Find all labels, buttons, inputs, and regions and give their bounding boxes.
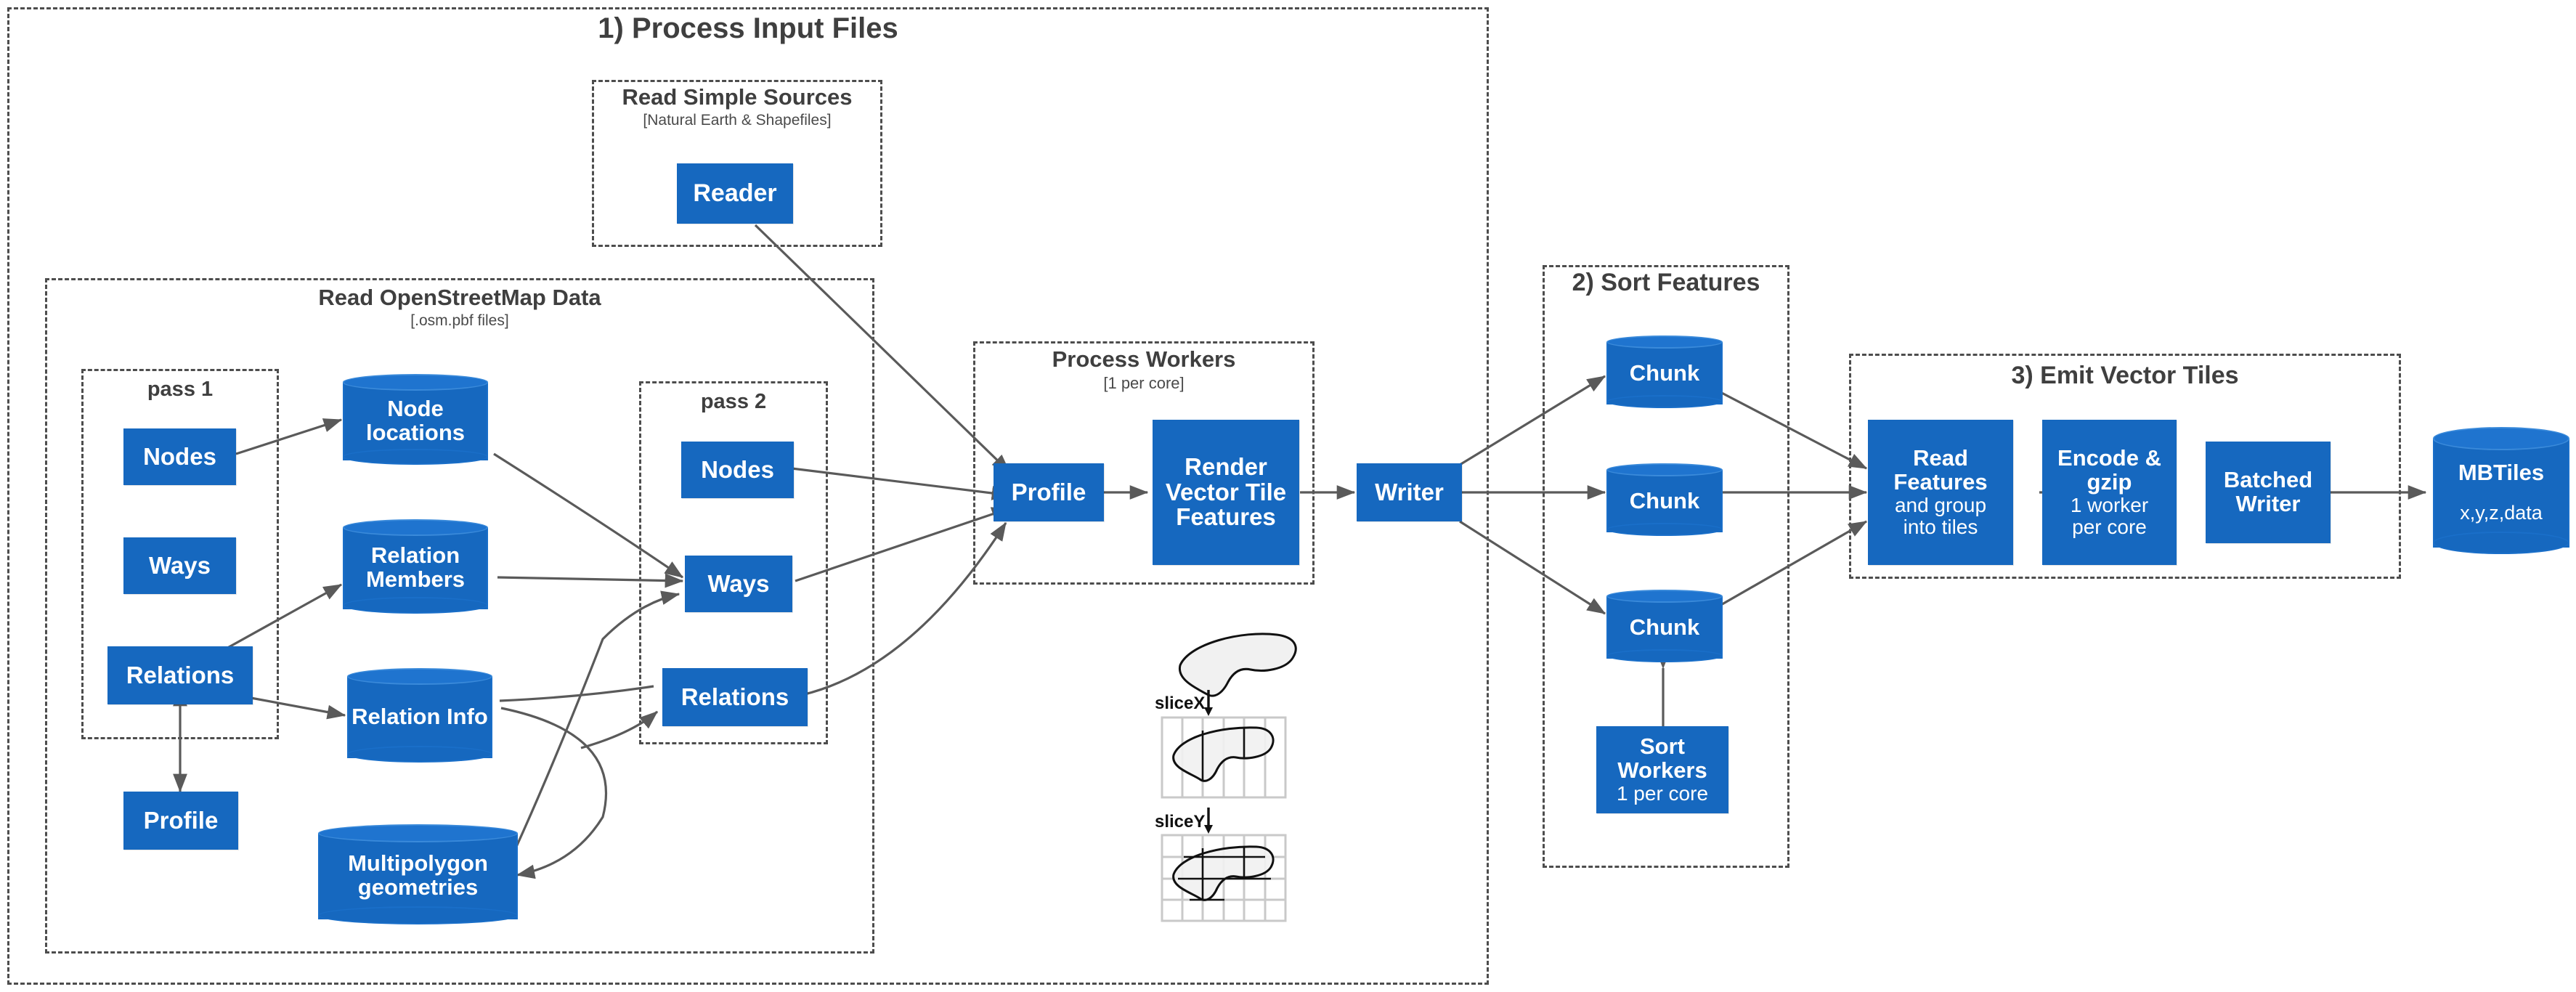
group-read-osm-subtitle: [.osm.pbf files] [410, 312, 509, 329]
node-pass2-ways[interactable]: Ways [685, 556, 792, 612]
node-pass1-ways-label: Ways [149, 551, 211, 579]
slice-illustration-svg [1161, 633, 1297, 922]
store-node-locations[interactable]: Node locations [343, 374, 488, 465]
store-mbtiles-label: MBTiles x,y,z,data [2433, 427, 2569, 554]
node-pass2-relations[interactable]: Relations [662, 668, 808, 726]
node-batched-writer[interactable]: Batched Writer [2206, 442, 2331, 543]
node-worker-profile[interactable]: Profile [994, 463, 1104, 521]
store-relation-members[interactable]: Relation Members [343, 519, 488, 614]
node-writer-label: Writer [1375, 478, 1444, 505]
stage-emit-tiles-title: 3) Emit Vector Tiles [2011, 362, 2239, 389]
store-multipolygon-geometries[interactable]: Multipolygon geometries [318, 824, 518, 924]
store-relation-info-label: Relation Info [352, 703, 488, 729]
store-mbtiles-title: MBTiles [2458, 459, 2545, 485]
node-read-features-sub1: and group [1894, 494, 1987, 517]
node-pass1-nodes[interactable]: Nodes [123, 428, 236, 485]
node-batched-writer-label: Batched Writer [2223, 467, 2313, 516]
node-pass1-relations-label: Relations [126, 661, 235, 688]
group-process-workers-title: Process Workers [1052, 346, 1236, 372]
slicex-label: sliceX [1155, 694, 1206, 713]
node-read-features-label: Read Features [1893, 445, 1988, 495]
node-read-features[interactable]: Read Features and group into tiles [1868, 420, 2013, 565]
store-chunk-3-label: Chunk [1629, 614, 1700, 640]
store-multipolygon-geometries-label: Multipolygon geometries [348, 850, 488, 900]
node-sort-workers-label: Sort Workers [1617, 733, 1707, 784]
node-pass2-ways-label: Ways [707, 569, 770, 597]
node-reader[interactable]: Reader [677, 163, 793, 224]
node-encode-gzip[interactable]: Encode & gzip 1 worker per core [2042, 420, 2177, 565]
node-pass1-profile[interactable]: Profile [123, 792, 238, 850]
stage-sort-features-title: 2) Sort Features [1572, 269, 1760, 296]
group-read-osm-title: Read OpenStreetMap Data [318, 285, 601, 310]
group-read-simple-sources-title: Read Simple Sources [622, 84, 853, 110]
node-worker-profile-label: Profile [1011, 478, 1086, 505]
store-relation-members-label: Relation Members [365, 542, 466, 592]
store-node-locations-label: Node locations [365, 395, 466, 445]
node-render-vector-tile-features[interactable]: Render Vector Tile Features [1153, 420, 1299, 565]
node-pass1-ways[interactable]: Ways [123, 537, 236, 594]
node-pass2-relations-label: Relations [680, 683, 789, 710]
store-chunk-1[interactable]: Chunk [1606, 336, 1723, 408]
store-chunk-2[interactable]: Chunk [1606, 463, 1723, 536]
group-read-simple-sources-subtitle: [Natural Earth & Shapefiles] [643, 112, 832, 129]
store-chunk-3[interactable]: Chunk [1606, 590, 1723, 662]
stage-process-input-title: 1) Process Input Files [598, 12, 898, 44]
slicey-label: sliceY [1155, 812, 1206, 832]
group-pass2-title: pass 2 [700, 390, 767, 413]
node-writer[interactable]: Writer [1357, 463, 1462, 521]
node-read-features-sub2: into tiles [1903, 515, 1978, 538]
node-pass1-relations[interactable]: Relations [107, 646, 253, 704]
group-process-workers-subtitle: [1 per core] [1103, 374, 1185, 392]
node-encode-gzip-label: Encode & gzip [2057, 445, 2161, 495]
node-sort-workers-sub: 1 per core [1616, 782, 1709, 805]
store-chunk-2-label: Chunk [1629, 487, 1700, 513]
node-pass1-profile-label: Profile [143, 806, 219, 834]
node-reader-label: Reader [693, 179, 777, 208]
node-pass2-nodes-label: Nodes [701, 455, 774, 483]
group-pass1-title: pass 1 [147, 378, 214, 401]
blob-original [1178, 633, 1297, 697]
slice-illustration: sliceX sliceY [1155, 625, 1373, 930]
node-pass2-nodes[interactable]: Nodes [681, 442, 794, 498]
store-mbtiles[interactable]: MBTiles x,y,z,data [2433, 427, 2569, 554]
store-chunk-1-label: Chunk [1629, 359, 1700, 386]
node-encode-gzip-sub1: 1 worker [2070, 494, 2149, 517]
store-mbtiles-sub: x,y,z,data [2460, 501, 2543, 524]
diagram-canvas: 1) Process Input Files Read Simple Sourc… [0, 0, 2576, 992]
node-encode-gzip-sub2: per core [2072, 515, 2147, 538]
node-pass1-nodes-label: Nodes [143, 442, 216, 470]
node-render-vector-tile-features-label: Render Vector Tile Features [1165, 452, 1287, 531]
node-sort-workers[interactable]: Sort Workers 1 per core [1596, 726, 1728, 813]
store-relation-info[interactable]: Relation Info [347, 668, 492, 763]
